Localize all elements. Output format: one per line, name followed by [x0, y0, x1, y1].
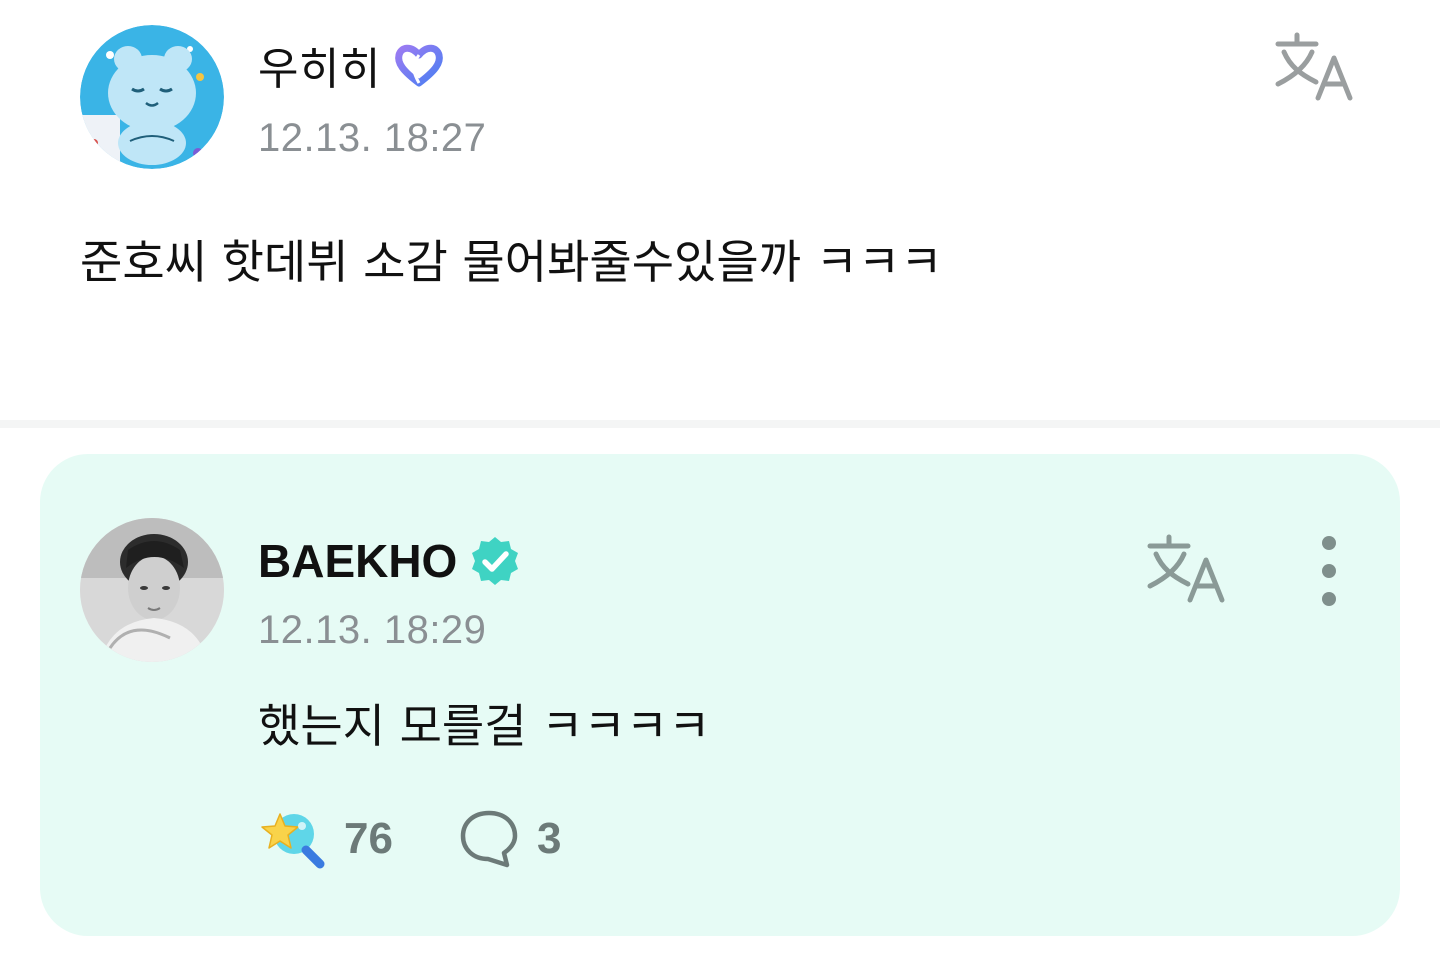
comment-icon [457, 807, 521, 871]
more-dot [1322, 592, 1336, 606]
comment-count: 3 [536, 814, 562, 863]
more-dot [1322, 564, 1336, 578]
fan-avatar[interactable] [80, 25, 224, 169]
more-vertical-icon[interactable] [1314, 536, 1344, 606]
fan-post: 우히히 12.13. 18:27 준호씨 핫데뷔 소감 물어봐줄수있을까 ㅋㅋㅋ [0, 0, 1440, 420]
comment-button[interactable]: 3 [457, 807, 561, 871]
artist-timestamp: 12.13. 18:29 [258, 608, 487, 652]
translate-icon[interactable] [1144, 532, 1234, 604]
divider [0, 420, 1440, 428]
artist-name-row: BAEKHO [258, 530, 523, 592]
fan-timestamp: 12.13. 18:27 [258, 116, 487, 160]
artist-avatar[interactable] [80, 518, 224, 662]
fan-post-text: 준호씨 핫데뷔 소감 물어봐줄수있을까 ㅋㅋㅋ [80, 235, 943, 289]
like-button[interactable]: 76 [258, 804, 393, 874]
artist-reply-card: BAEKHO 12.13. 18:29 했는지 모를걸 ㅋㅋㅋㅋ 76 3 [40, 454, 1400, 936]
comment-thread: 우히히 12.13. 18:27 준호씨 핫데뷔 소감 물어봐줄수있을까 ㅋㅋㅋ… [0, 0, 1440, 956]
fan-name-row: 우히히 [258, 34, 447, 96]
verified-icon [467, 533, 523, 589]
translate-icon[interactable] [1272, 30, 1362, 102]
reply-actions: 76 3 [258, 804, 561, 874]
star-wand-icon [258, 804, 328, 874]
membership-heart-icon [391, 37, 447, 93]
artist-username[interactable]: BAEKHO [258, 534, 457, 588]
fan-username[interactable]: 우히히 [258, 33, 381, 97]
artist-reply-text: 했는지 모를걸 ㅋㅋㅋㅋ [258, 699, 711, 753]
more-dot [1322, 536, 1336, 550]
like-count: 76 [344, 814, 393, 863]
